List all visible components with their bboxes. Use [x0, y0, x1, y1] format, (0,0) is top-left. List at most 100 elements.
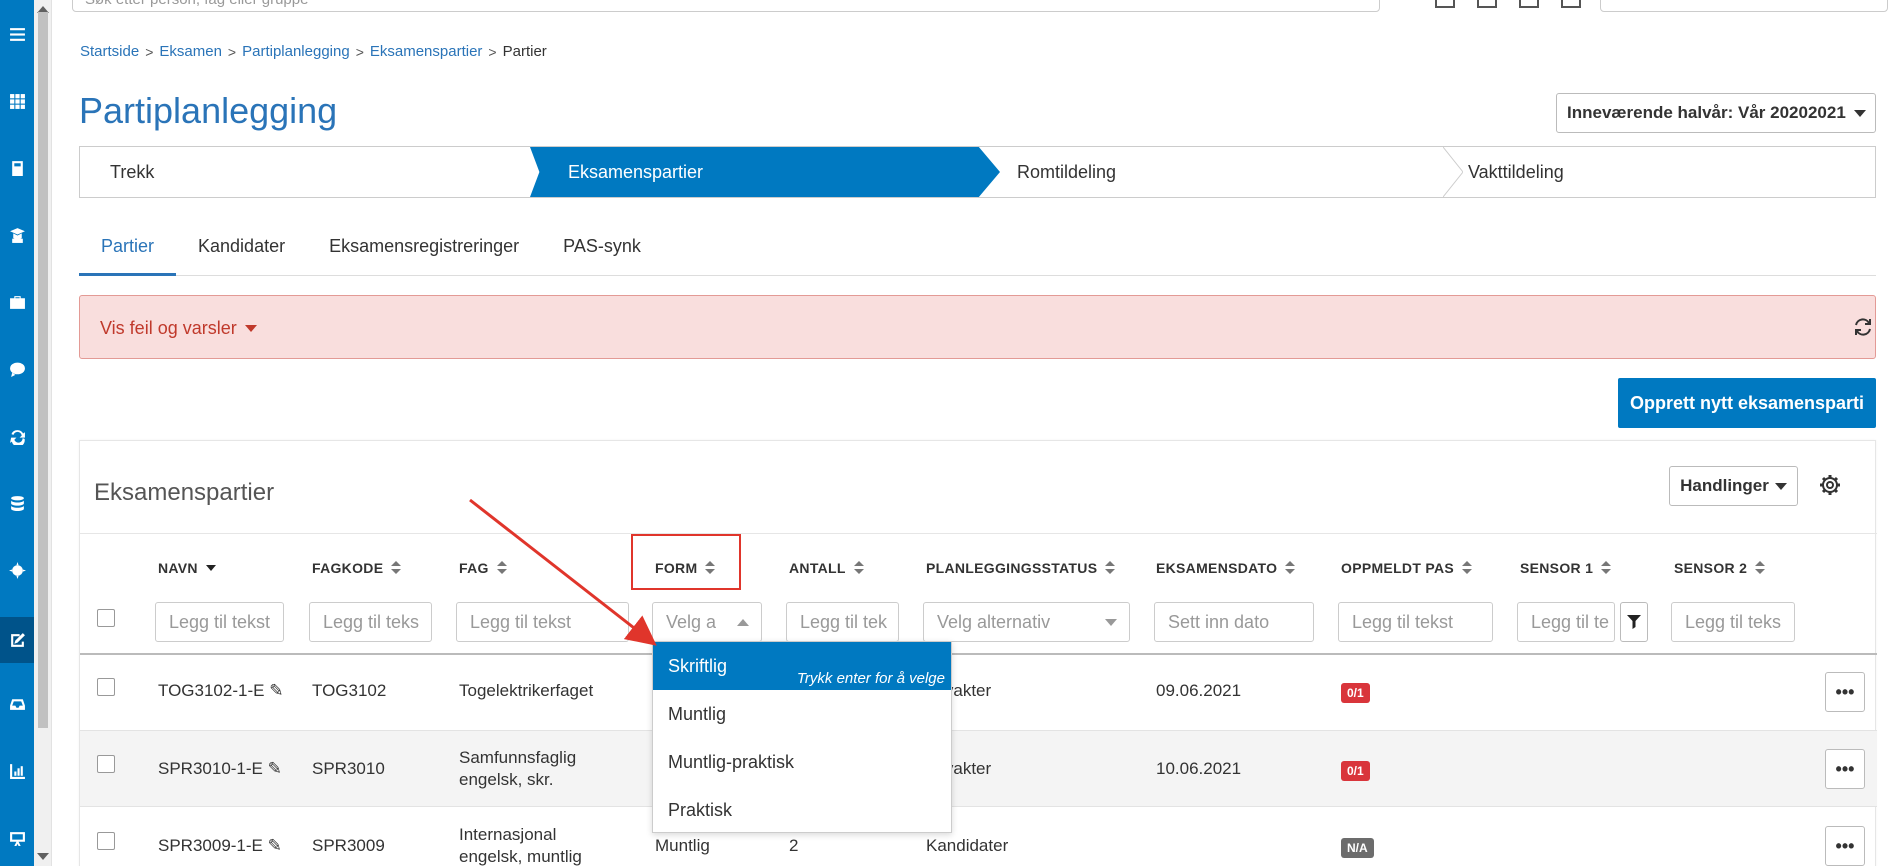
filter-sensor-1[interactable]: Legg til te: [1517, 602, 1615, 642]
breadcrumb-startside[interactable]: Startside: [80, 43, 139, 60]
semester-label: Inneværende halvår: Vår 20202021: [1567, 103, 1846, 122]
book-icon[interactable]: [0, 148, 34, 188]
row-checkbox[interactable]: [97, 832, 115, 850]
step-eksamenspartier[interactable]: Eksamenspartier: [568, 147, 703, 197]
breadcrumb-partiplanlegging[interactable]: Partiplanlegging: [242, 43, 350, 60]
caret-down-icon: [1853, 109, 1866, 117]
column-header-oppmeldt-pas[interactable]: OPPMELDT PAS: [1341, 560, 1473, 576]
row-checkbox[interactable]: [97, 755, 115, 773]
header-label: SENSOR 1: [1520, 560, 1594, 576]
select-all-checkbox[interactable]: [97, 609, 115, 627]
form-option-muntlig-praktisk[interactable]: Muntlig-praktisk: [653, 738, 951, 786]
column-header-fagkode[interactable]: FAGKODE: [312, 560, 402, 576]
filter-funnel-button[interactable]: [1620, 602, 1648, 642]
step-trekk[interactable]: Trekk: [110, 147, 154, 197]
header-label: ANTALL: [789, 560, 846, 576]
filter-status-select[interactable]: Velg alternativ: [923, 602, 1130, 642]
filter-oppmeldt-pas[interactable]: Legg til tekst: [1338, 602, 1493, 642]
column-header-navn[interactable]: NAVN: [158, 560, 216, 576]
scrollbar[interactable]: [34, 0, 52, 866]
create-exam-group-button[interactable]: Opprett nytt eksamensparti: [1618, 378, 1876, 428]
header-label: NAVN: [158, 560, 198, 576]
sort-icon: [1462, 561, 1473, 575]
show-errors-toggle[interactable]: Vis feil og varsler: [100, 318, 257, 339]
presentation-icon[interactable]: [0, 818, 34, 858]
chat-icon[interactable]: [0, 349, 34, 389]
chart-icon[interactable]: [0, 751, 34, 791]
tab-eksamensregistreringer[interactable]: Eksamensregistreringer: [307, 230, 541, 276]
gear-icon[interactable]: [1819, 474, 1841, 496]
sync-icon[interactable]: [0, 416, 34, 456]
column-header-fag[interactable]: FAG: [459, 560, 507, 576]
semester-select[interactable]: Inneværende halvår: Vår 20202021: [1556, 93, 1876, 133]
scroll-down-arrow-icon[interactable]: [37, 853, 49, 860]
form-option-skriftlig[interactable]: Skriftlig Trykk enter for å velge: [653, 642, 951, 690]
column-header-sensor-1[interactable]: SENSOR 1: [1520, 560, 1612, 576]
navn-text: SPR3009-1-E: [158, 836, 263, 855]
briefcase-icon[interactable]: [0, 282, 34, 322]
status-badge: N/A: [1341, 838, 1374, 858]
cell-status: Kandidater: [926, 836, 1009, 855]
graduate-icon[interactable]: [0, 215, 34, 255]
inbox-icon[interactable]: [0, 684, 34, 724]
form-option-praktisk[interactable]: Praktisk: [653, 786, 951, 834]
filter-navn[interactable]: Legg til tekst: [155, 602, 284, 642]
row-actions-button[interactable]: •••: [1825, 749, 1865, 789]
refresh-icon[interactable]: [1852, 316, 1874, 338]
settings-sun-icon[interactable]: [0, 550, 34, 590]
breadcrumb-eksamenspartier[interactable]: Eksamenspartier: [370, 43, 483, 60]
exam-groups-card: Eksamenspartier Handlinger NAVN FAGKODE …: [79, 440, 1877, 866]
table-row[interactable]: SPR3009-1-E ✎ SPR3009 Internasjonal engel…: [80, 807, 1877, 866]
menu-icon[interactable]: [0, 14, 34, 54]
representative-select[interactable]: [1600, 0, 1888, 12]
magic-wand-icon: ✎: [267, 836, 282, 855]
filter-fag[interactable]: Legg til tekst: [456, 602, 629, 642]
table-row[interactable]: SPR3010-1-E ✎ SPR3010 Samfunnsfaglig enge…: [80, 731, 1877, 807]
filter-form-select[interactable]: Velg a: [652, 602, 762, 642]
header-label: FAG: [459, 560, 489, 576]
bell-icon[interactable]: [1477, 0, 1497, 8]
step-romtildeling[interactable]: Romtildeling: [1017, 147, 1116, 197]
exam-planning-icon[interactable]: [0, 617, 34, 663]
cell-fag: Internasjonal engelsk, muntlig: [459, 824, 582, 866]
row-actions-button[interactable]: •••: [1825, 826, 1865, 866]
sort-icon: [853, 561, 864, 575]
column-header-sensor-2[interactable]: SENSOR 2: [1674, 560, 1766, 576]
tab-kandidater[interactable]: Kandidater: [176, 230, 307, 276]
scroll-thumb[interactable]: [38, 12, 48, 728]
filter-eksamensdato[interactable]: Sett inn dato: [1154, 602, 1314, 642]
form-column-highlight: [631, 534, 741, 590]
sort-icon: [496, 561, 507, 575]
form-option-muntlig[interactable]: Muntlig: [653, 690, 951, 738]
calendar-icon[interactable]: [1435, 0, 1455, 8]
row-checkbox[interactable]: [97, 678, 115, 696]
fag-line: Samfunnsfaglig: [459, 748, 577, 767]
print-icon[interactable]: [1561, 0, 1581, 8]
header-label: SENSOR 2: [1674, 560, 1748, 576]
tab-partier[interactable]: Partier: [79, 230, 177, 276]
column-header-eksamensdato[interactable]: EKSAMENSDATO: [1156, 560, 1296, 576]
database-icon[interactable]: [0, 483, 34, 523]
column-header-antall[interactable]: ANTALL: [789, 560, 864, 576]
header-label: EKSAMENSDATO: [1156, 560, 1278, 576]
top-toolbar-icons: [1435, 0, 1581, 8]
actions-dropdown-button[interactable]: Handlinger: [1669, 466, 1798, 506]
page-title: Partiplanlegging: [79, 90, 338, 131]
breadcrumb-separator-icon: >: [145, 43, 154, 60]
tab-pas-synk[interactable]: PAS-synk: [541, 230, 663, 276]
table-row[interactable]: TOG3102-1-E ✎ TOG3102 Togelektrikerfaget…: [80, 655, 1877, 731]
filter-fagkode[interactable]: Legg til teks: [309, 602, 432, 642]
apps-grid-icon[interactable]: [0, 81, 34, 121]
row-actions-button[interactable]: •••: [1825, 672, 1865, 712]
filter-sensor-2[interactable]: Legg til teks: [1671, 602, 1795, 642]
step-vakttildeling[interactable]: Vakttildeling: [1468, 147, 1564, 197]
sidebar: [0, 0, 34, 866]
caret-down-icon: [1774, 482, 1787, 490]
global-search-input[interactable]: Søk etter person, fag eller gruppe: [72, 0, 1380, 12]
tab-bar: Partier Kandidater Eksamensregistreringe…: [79, 230, 1876, 276]
breadcrumb-eksamen[interactable]: Eksamen: [159, 43, 222, 60]
filter-antall[interactable]: Legg til tek: [786, 602, 899, 642]
message-icon[interactable]: [1519, 0, 1539, 8]
sort-descending-icon: [205, 565, 216, 571]
column-header-planleggingsstatus[interactable]: PLANLEGGINGSSTATUS: [926, 560, 1116, 576]
